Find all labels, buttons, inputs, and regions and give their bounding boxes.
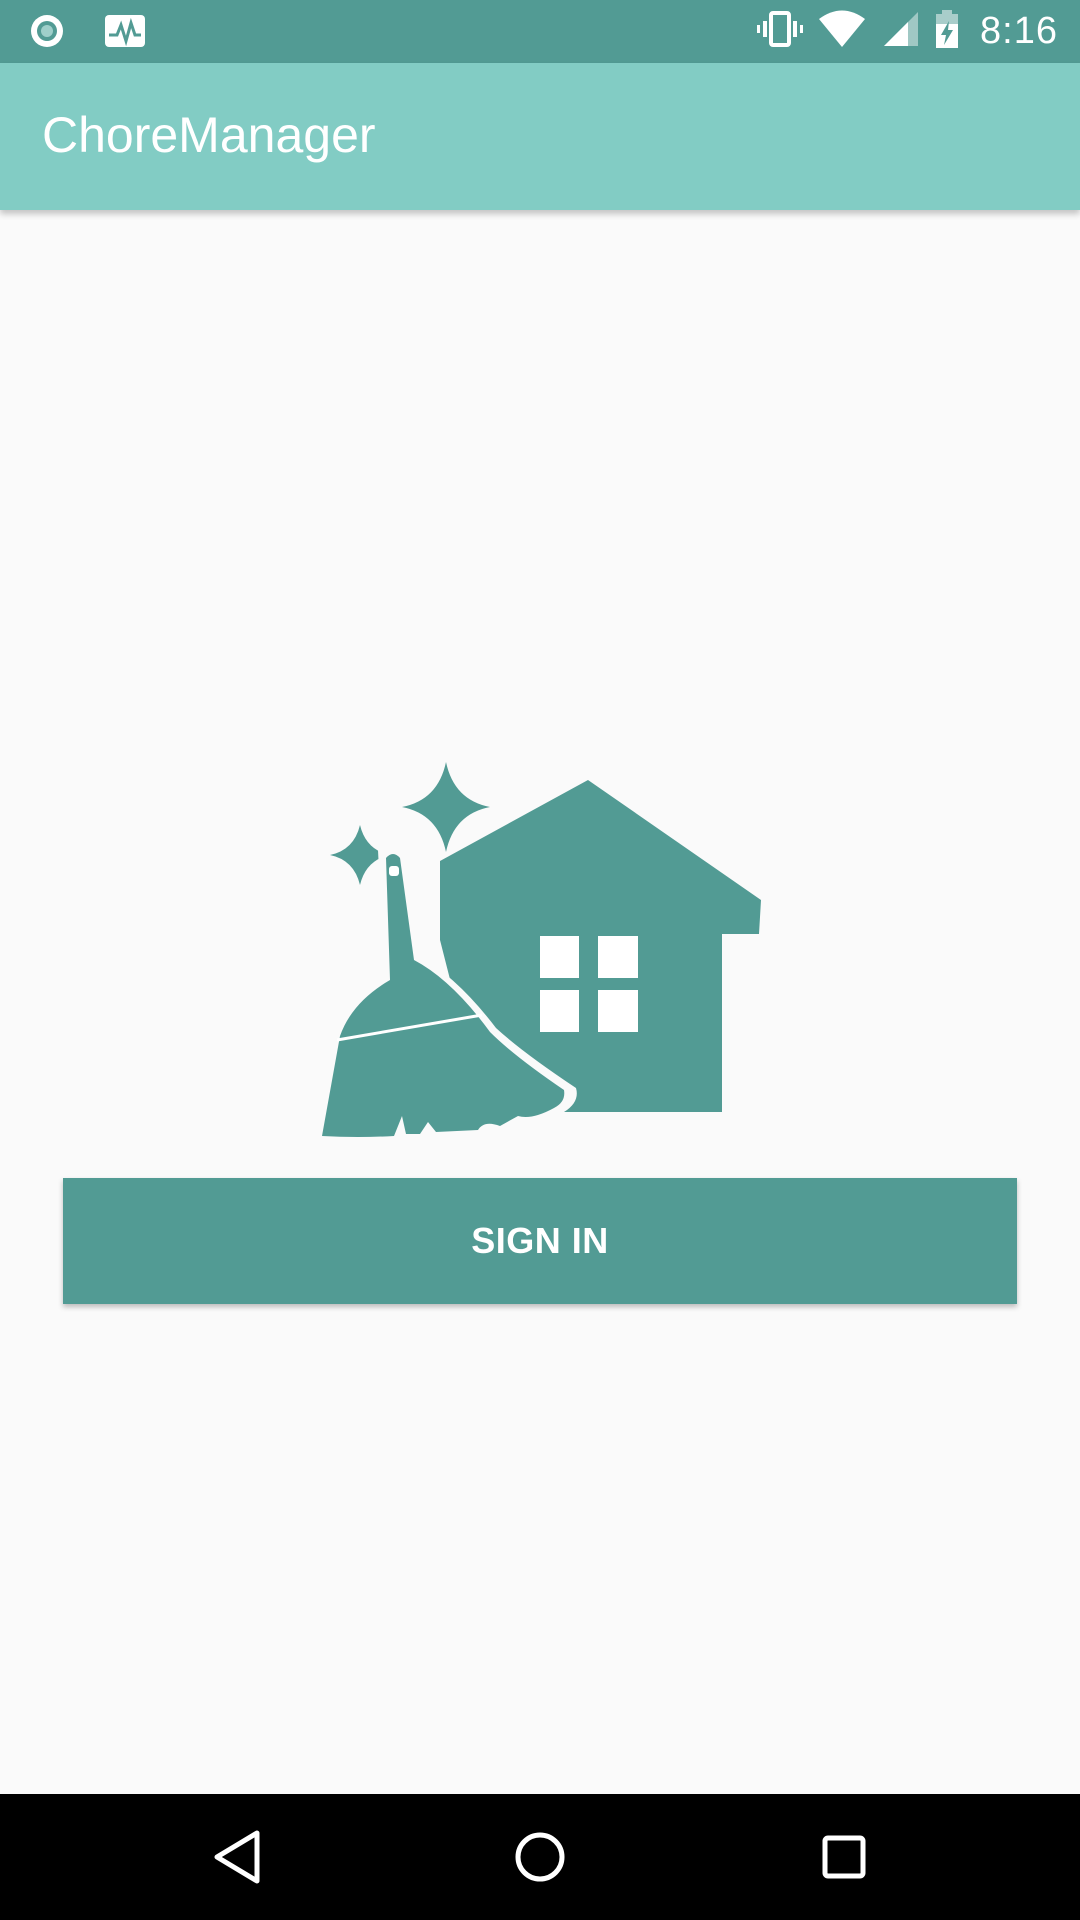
- recents-icon[interactable]: [811, 1824, 877, 1890]
- status-time: 8:16: [980, 10, 1058, 52]
- wifi-icon: [818, 10, 866, 53]
- app-title: ChoreManager: [42, 107, 376, 163]
- vibrate-icon: [756, 10, 804, 53]
- app-bar: ChoreManager: [0, 63, 1080, 210]
- activity-monitor-icon: [104, 13, 146, 54]
- navigation-bar: [0, 1794, 1080, 1920]
- status-bar: 8:16: [0, 0, 1080, 63]
- record-indicator-icon: [28, 12, 66, 55]
- sign-in-button[interactable]: SIGN IN: [63, 1178, 1017, 1304]
- battery-charging-icon: [934, 9, 960, 54]
- back-icon[interactable]: [204, 1824, 270, 1890]
- main-content: SIGN IN: [0, 210, 1080, 1794]
- broom-house-icon: [316, 750, 768, 1142]
- status-right-icons: 8:16: [756, 0, 1058, 63]
- status-left-icons: [28, 12, 146, 55]
- home-icon[interactable]: [507, 1824, 573, 1890]
- cell-signal-icon: [880, 10, 920, 53]
